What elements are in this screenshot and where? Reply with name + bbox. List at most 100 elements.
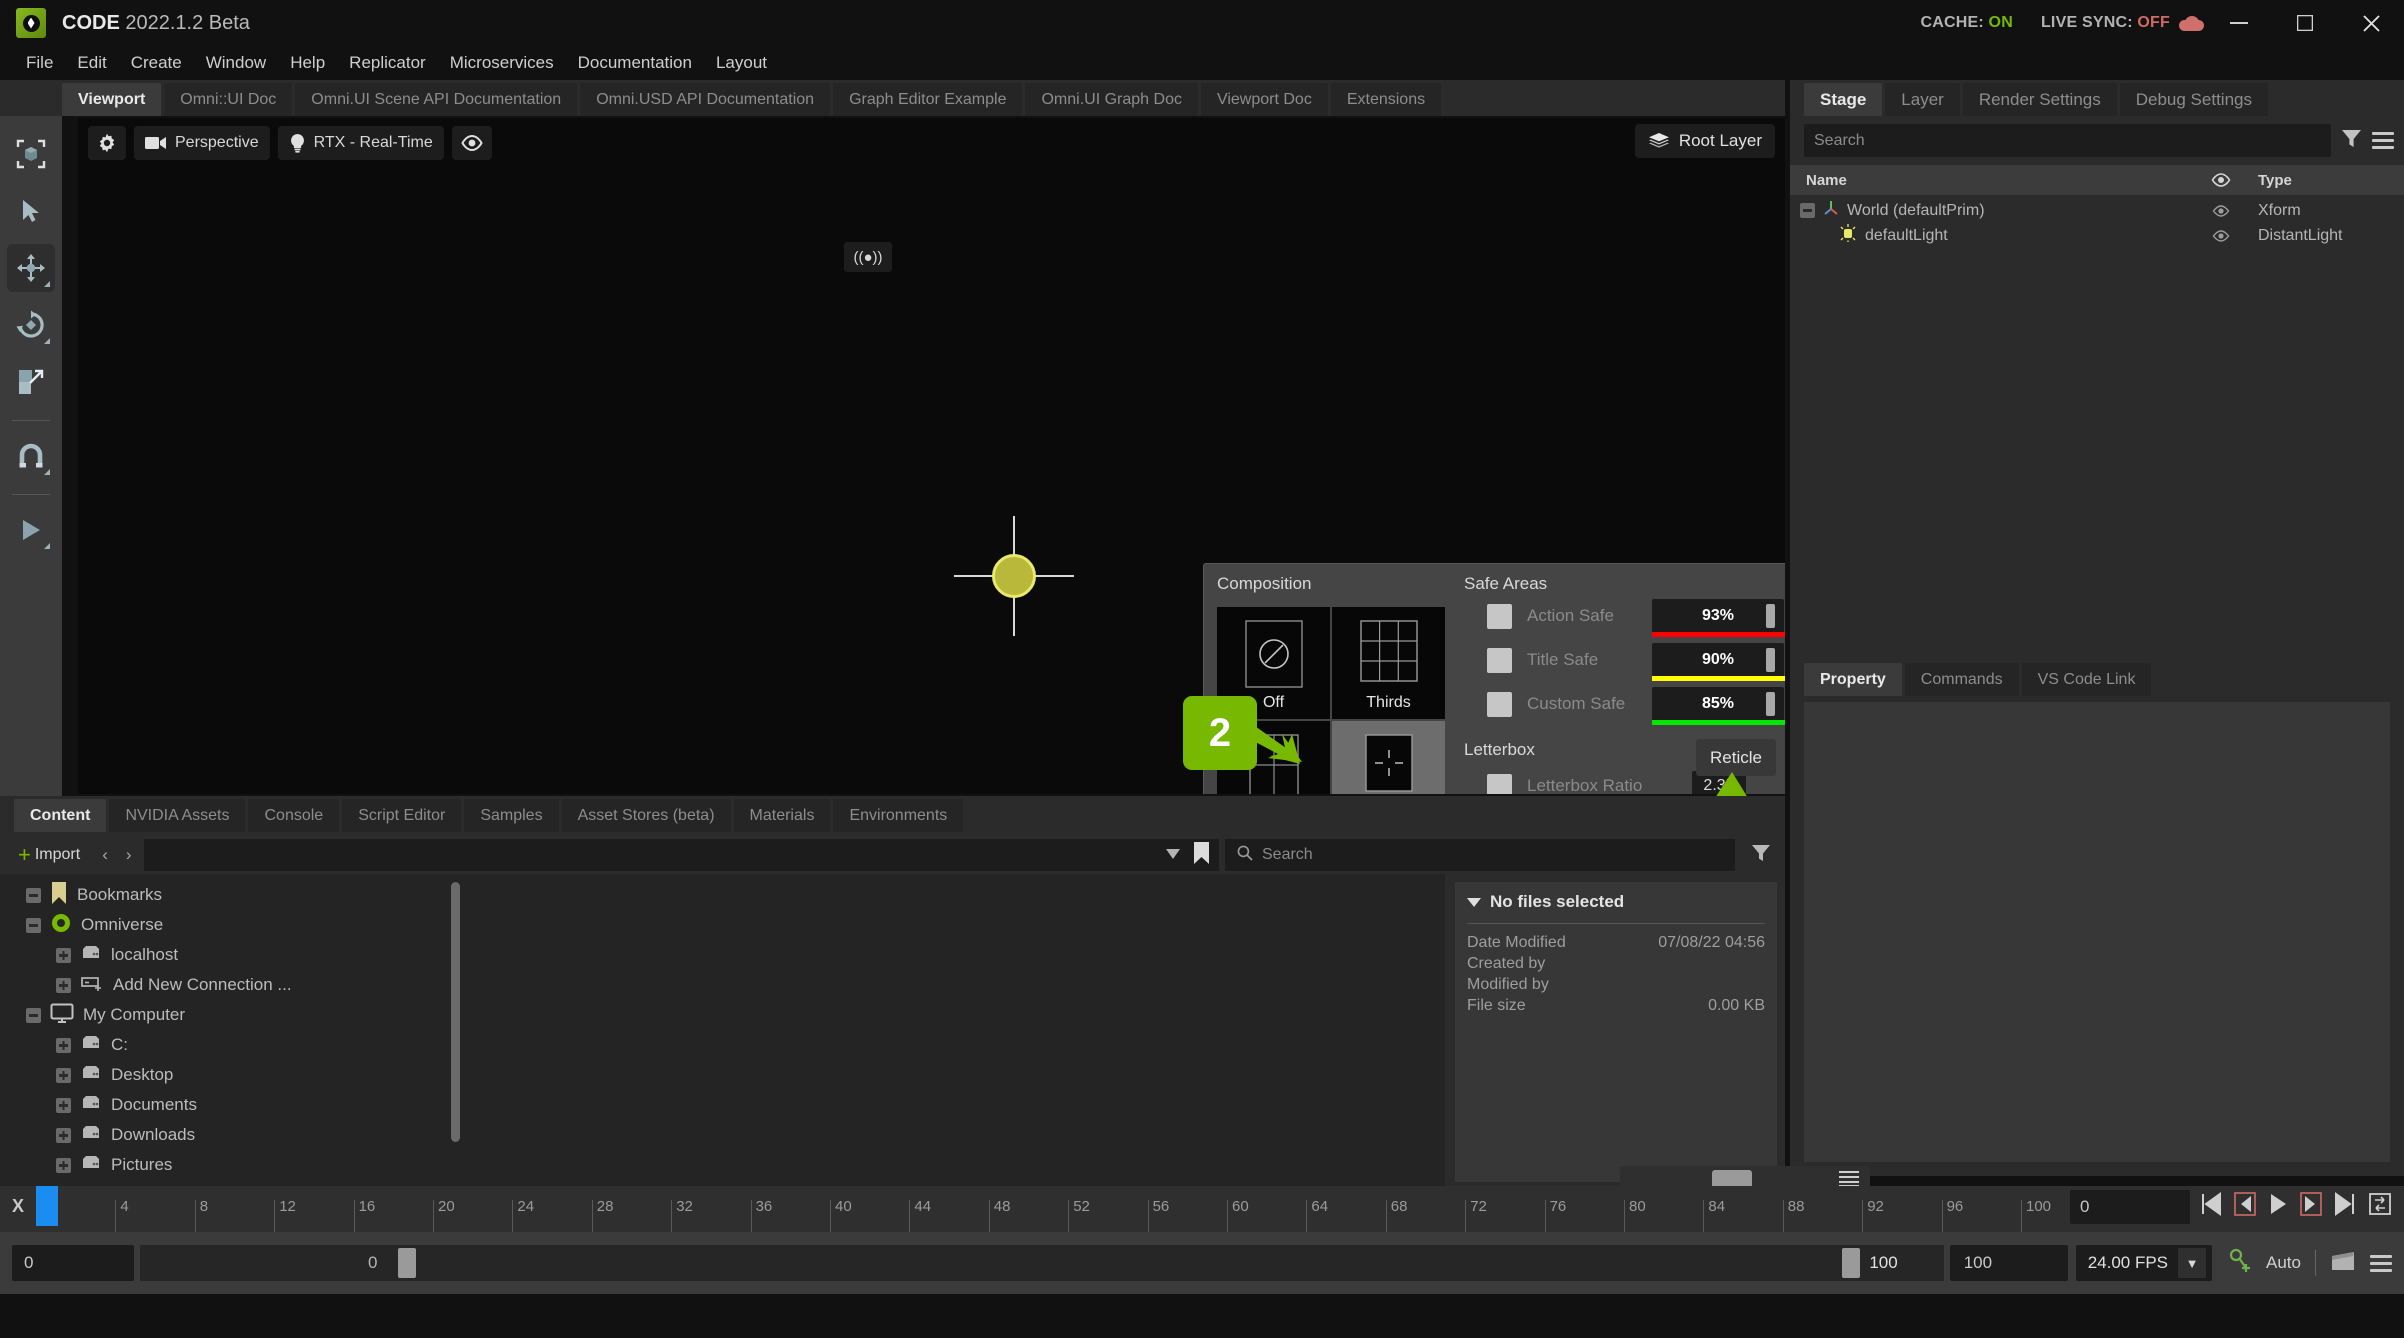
tab-vs-code-link[interactable]: VS Code Link bbox=[2021, 663, 2152, 696]
title-safe-slider[interactable]: 90% bbox=[1651, 643, 1785, 681]
loop-icon[interactable] bbox=[2366, 1192, 2394, 1222]
chevron-down-icon[interactable] bbox=[1166, 846, 1180, 864]
menu-help[interactable]: Help bbox=[278, 50, 337, 76]
step-back-icon[interactable] bbox=[2198, 1192, 2224, 1222]
tree-expander[interactable] bbox=[56, 1127, 71, 1143]
tree-item-bookmarks[interactable]: Bookmarks bbox=[0, 880, 468, 910]
title-safe-checkbox[interactable] bbox=[1487, 647, 1512, 673]
letterbox-ratio-checkbox[interactable] bbox=[1487, 773, 1512, 794]
fps-selector[interactable]: 24.00 FPS ▼ bbox=[2075, 1245, 2213, 1281]
tab-extensions[interactable]: Extensions bbox=[1330, 83, 1442, 116]
end-frame-input[interactable]: 100 bbox=[1949, 1245, 2068, 1281]
tab-render-settings[interactable]: Render Settings bbox=[1962, 83, 2117, 116]
menu-replicator[interactable]: Replicator bbox=[337, 50, 438, 76]
tree-expander[interactable] bbox=[56, 947, 71, 963]
menu-documentation[interactable]: Documentation bbox=[566, 50, 704, 76]
tree-item-pictures[interactable]: Pictures bbox=[0, 1150, 468, 1180]
root-layer-button[interactable]: Root Layer bbox=[1634, 124, 1775, 158]
tab-stage[interactable]: Stage bbox=[1804, 83, 1883, 116]
tree-item-my-computer[interactable]: My Computer bbox=[0, 1000, 468, 1030]
tab-omni-ui-scene-api-documentation[interactable]: Omni.UI Scene API Documentation bbox=[295, 83, 578, 116]
add-key-icon[interactable] bbox=[2228, 1248, 2252, 1279]
viewport-settings-button[interactable] bbox=[88, 126, 126, 160]
composition-option-crosshair[interactable]: Crosshair bbox=[1332, 721, 1445, 794]
viewport-visibility-button[interactable] bbox=[451, 126, 492, 160]
tree-item-c-drive[interactable]: C: bbox=[0, 1030, 468, 1060]
tree-item-localhost[interactable]: localhost bbox=[0, 940, 468, 970]
tree-expander[interactable] bbox=[56, 977, 71, 993]
stage-row-world-visibility-icon[interactable] bbox=[2198, 204, 2244, 217]
tab-script-editor[interactable]: Script Editor bbox=[342, 799, 462, 832]
camera-selector-button[interactable]: Perspective bbox=[134, 126, 270, 160]
live-sync-status[interactable]: LIVE SYNC: OFF bbox=[2041, 14, 2206, 32]
action-safe-checkbox[interactable] bbox=[1487, 603, 1512, 629]
detail-title-row[interactable]: No files selected bbox=[1467, 892, 1765, 912]
custom-safe-slider[interactable]: 85% bbox=[1651, 687, 1785, 725]
custom-safe-checkbox[interactable] bbox=[1487, 691, 1512, 717]
content-grid-area[interactable] bbox=[468, 874, 1870, 1204]
nav-back-button[interactable]: ‹ bbox=[96, 845, 114, 865]
renderer-selector-button[interactable]: RTX - Real-Time bbox=[277, 126, 444, 160]
play-icon[interactable] bbox=[2266, 1192, 2290, 1222]
cursor-arrow-icon[interactable] bbox=[7, 187, 55, 235]
tree-item-omniverse[interactable]: Omniverse bbox=[0, 910, 468, 940]
nav-forward-button[interactable]: › bbox=[120, 845, 138, 865]
stage-row-defaultlight[interactable]: defaultLight DistantLight bbox=[1790, 223, 2404, 248]
tab-materials[interactable]: Materials bbox=[733, 799, 831, 832]
tab-omni-ui-doc[interactable]: Omni::UI Doc bbox=[164, 83, 293, 116]
tab-samples[interactable]: Samples bbox=[464, 799, 559, 832]
menu-create[interactable]: Create bbox=[119, 50, 194, 76]
frame-range-slider[interactable]: 0 100 bbox=[140, 1245, 1944, 1281]
import-button[interactable]: + Import bbox=[8, 838, 90, 872]
tree-expander[interactable] bbox=[56, 1157, 71, 1173]
content-search-input[interactable]: Search bbox=[1225, 839, 1735, 871]
bookmark-icon[interactable] bbox=[1194, 841, 1209, 869]
menu-microservices[interactable]: Microservices bbox=[438, 50, 566, 76]
stage-search-input[interactable]: Search bbox=[1804, 124, 2331, 157]
path-input[interactable] bbox=[143, 839, 1219, 871]
timeline-close-button[interactable]: X bbox=[12, 1196, 24, 1217]
scale-tool-icon[interactable] bbox=[7, 358, 55, 406]
stage-row-world[interactable]: World (defaultPrim) Xform bbox=[1790, 198, 2404, 223]
tab-property[interactable]: Property bbox=[1804, 663, 1902, 696]
menu-file[interactable]: File bbox=[14, 50, 65, 76]
tab-console[interactable]: Console bbox=[248, 799, 340, 832]
tree-expander[interactable] bbox=[56, 1067, 71, 1083]
action-safe-slider[interactable]: 93% bbox=[1651, 599, 1785, 637]
viewport-audio-indicator[interactable]: ((●)) bbox=[844, 242, 892, 272]
auto-key-button[interactable]: Auto bbox=[2266, 1253, 2301, 1273]
tree-expander[interactable] bbox=[26, 887, 41, 903]
tab-nvidia-assets[interactable]: NVIDIA Assets bbox=[109, 799, 246, 832]
tree-item-add-new-connection[interactable]: Add New Connection ... bbox=[0, 970, 468, 1000]
prev-key-icon[interactable] bbox=[2232, 1192, 2258, 1222]
step-forward-icon[interactable] bbox=[2332, 1192, 2358, 1222]
move-tool-icon[interactable] bbox=[7, 244, 55, 292]
hamburger-icon[interactable] bbox=[2370, 1251, 2392, 1276]
composition-option-thirds[interactable]: Thirds bbox=[1332, 607, 1445, 719]
hamburger-icon[interactable] bbox=[2372, 128, 2394, 153]
menu-window[interactable]: Window bbox=[194, 50, 278, 76]
tab-asset-stores[interactable]: Asset Stores (beta) bbox=[561, 799, 731, 832]
play-tool-icon[interactable] bbox=[7, 506, 55, 554]
tab-commands[interactable]: Commands bbox=[1904, 663, 2019, 696]
start-frame-input[interactable]: 0 bbox=[12, 1245, 134, 1281]
timeline-ruler[interactable]: 4 8 12 16 20 24 28 32 36 40 44 48 52 56 60 64 68 72 76 80 84… bbox=[36, 1186, 2051, 1232]
tree-item-documents[interactable]: Documents bbox=[0, 1090, 468, 1120]
tab-viewport-doc[interactable]: Viewport Doc bbox=[1200, 83, 1328, 116]
select-box-icon[interactable] bbox=[7, 130, 55, 178]
tab-layer[interactable]: Layer bbox=[1885, 83, 1960, 116]
stage-row-expander[interactable] bbox=[1800, 203, 1815, 218]
menu-layout[interactable]: Layout bbox=[704, 50, 779, 76]
minimize-button[interactable] bbox=[2206, 0, 2272, 46]
tab-environments[interactable]: Environments bbox=[833, 799, 964, 832]
menu-edit[interactable]: Edit bbox=[65, 50, 118, 76]
stage-row-defaultlight-visibility-icon[interactable] bbox=[2198, 229, 2244, 242]
tree-expander[interactable] bbox=[26, 917, 41, 933]
current-frame-input[interactable]: 0 bbox=[2070, 1190, 2190, 1224]
content-tree-scrollbar[interactable] bbox=[451, 882, 460, 1142]
maximize-button[interactable] bbox=[2272, 0, 2338, 46]
rotate-tool-icon[interactable] bbox=[7, 301, 55, 349]
clapperboard-icon[interactable] bbox=[2330, 1250, 2356, 1277]
content-filter-icon[interactable] bbox=[1741, 843, 1785, 868]
tab-debug-settings[interactable]: Debug Settings bbox=[2119, 83, 2268, 116]
